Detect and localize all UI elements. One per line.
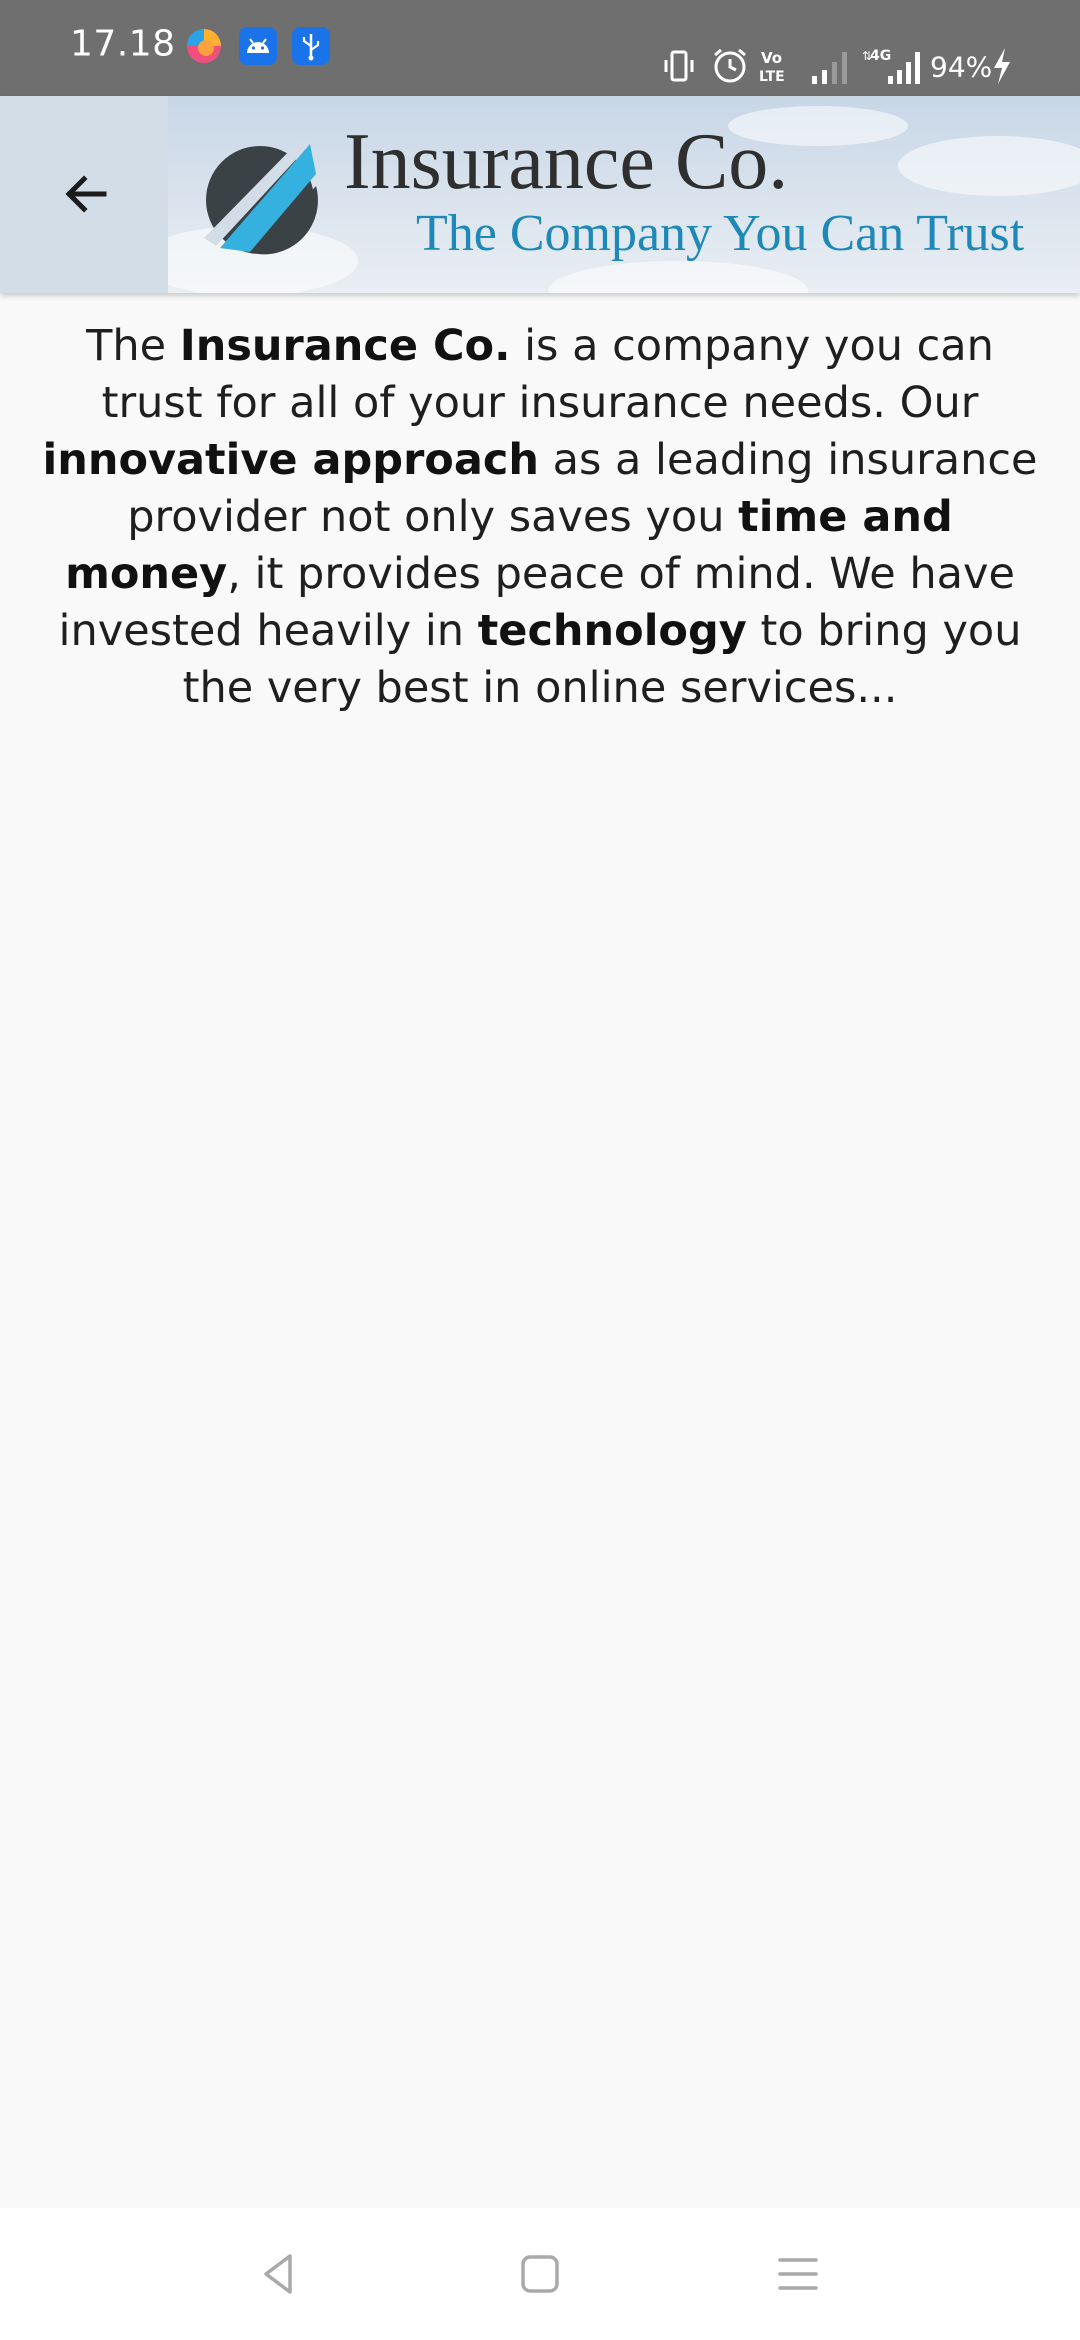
status-bar: 17.18 Vo LTE 4G ⇅ 94% bbox=[0, 0, 1080, 96]
intro-text-bold: technology bbox=[477, 606, 747, 656]
charging-icon bbox=[990, 46, 1014, 86]
android-icon bbox=[238, 26, 278, 66]
vibrate-icon bbox=[662, 46, 696, 86]
company-tagline: The Company You Can Trust bbox=[416, 205, 1025, 262]
nav-home-button[interactable] bbox=[510, 2244, 570, 2304]
firefox-icon bbox=[184, 26, 224, 66]
company-logo-icon bbox=[204, 140, 318, 255]
arrow-left-icon bbox=[65, 175, 107, 213]
status-time: 17.18 bbox=[70, 23, 176, 65]
usb-icon bbox=[291, 26, 331, 66]
intro-text: The bbox=[86, 321, 180, 371]
signal-icon bbox=[810, 46, 854, 86]
svg-text:LTE: LTE bbox=[759, 69, 785, 85]
battery-percent: 94% bbox=[930, 50, 993, 84]
svg-text:Vo: Vo bbox=[761, 49, 782, 67]
back-triangle-icon bbox=[264, 2254, 292, 2294]
home-square-icon bbox=[521, 2255, 559, 2293]
navigation-bar bbox=[0, 2208, 1080, 2340]
svg-text:4G: 4G bbox=[870, 48, 891, 64]
menu-lines-icon bbox=[778, 2258, 818, 2290]
volte-icon: Vo LTE bbox=[758, 46, 798, 86]
alarm-icon bbox=[710, 46, 750, 86]
nav-recents-button[interactable] bbox=[768, 2244, 828, 2304]
intro-text-bold: Insurance Co. bbox=[179, 321, 511, 371]
4g-signal-icon: 4G ⇅ bbox=[862, 46, 922, 86]
header-banner: Insurance Co. The Company You Can Trust bbox=[168, 96, 1080, 293]
svg-text:⇅: ⇅ bbox=[862, 49, 872, 63]
intro-paragraph: The Insurance Co. is a company you can t… bbox=[40, 318, 1040, 717]
intro-text-bold: innovative approach bbox=[42, 435, 539, 485]
company-name: Insurance Co. bbox=[344, 118, 789, 206]
back-button[interactable] bbox=[40, 148, 132, 240]
app-header: Insurance Co. The Company You Can Trust bbox=[0, 96, 1080, 293]
nav-back-button[interactable] bbox=[250, 2244, 310, 2304]
